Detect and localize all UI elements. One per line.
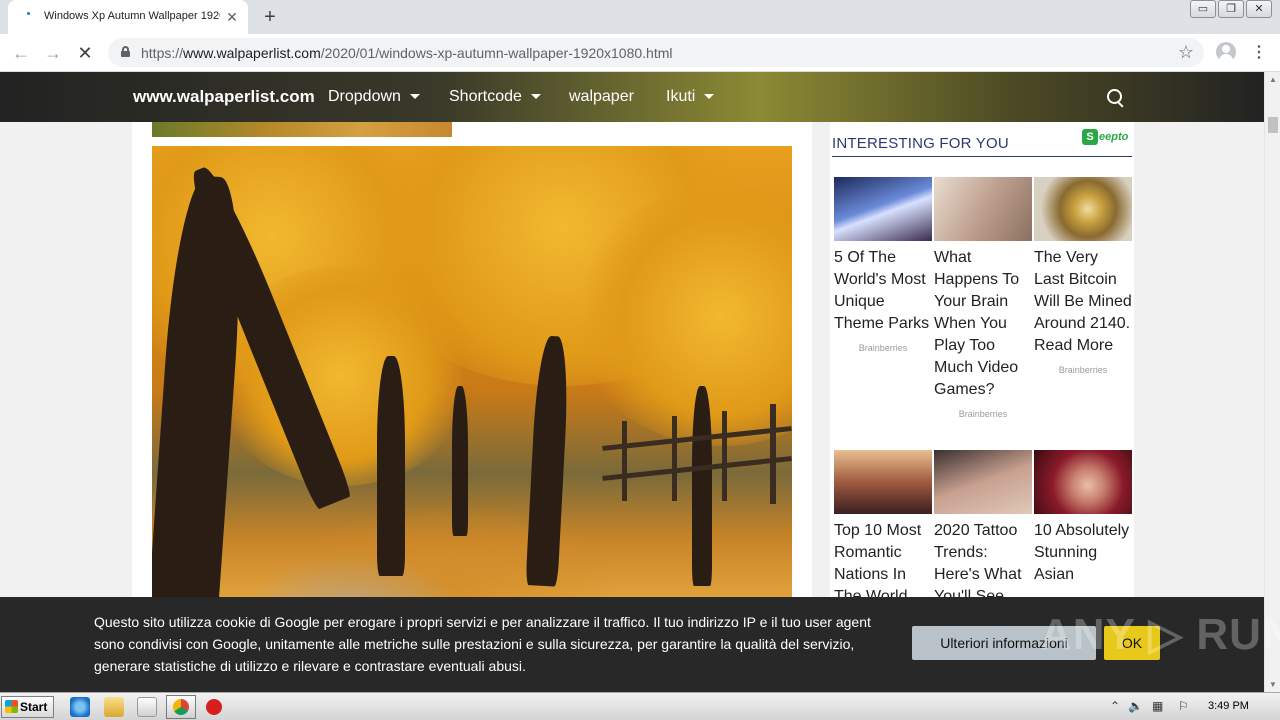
stop-sign-icon[interactable] <box>206 699 222 715</box>
recommendation-image[interactable] <box>1034 177 1132 241</box>
minimize-button[interactable]: ▭ <box>1190 0 1216 18</box>
tab-close-icon[interactable]: ✕ <box>224 9 240 25</box>
nav-item-walpaper[interactable]: walpaper <box>569 88 634 106</box>
url-scheme: https:// <box>141 45 184 61</box>
caret-down-icon <box>704 94 715 100</box>
window-controls: ▭ ❐ ✕ <box>1188 0 1272 20</box>
browser-menu-icon[interactable]: ⋮ <box>1250 42 1268 64</box>
page-scrollbar[interactable]: ▲ ▼ <box>1264 72 1280 692</box>
volume-icon[interactable]: 🔈 <box>1128 699 1143 713</box>
recommendation-image[interactable] <box>934 450 1032 514</box>
tree-trunk <box>452 386 468 536</box>
windows-taskbar: Start ⌃ 🔈 ▦ ⚐ 3:49 PM <box>0 692 1280 720</box>
previous-image-thumbnail[interactable] <box>152 122 452 137</box>
recommendation-card[interactable]: The Very Last Bitcoin Will Be Mined Arou… <box>1034 177 1132 375</box>
recommendation-card[interactable]: 10 Absolutely Stunning Asian <box>1034 450 1132 586</box>
nav-label: Ikuti <box>666 88 696 105</box>
scroll-thumb[interactable] <box>1268 117 1278 133</box>
site-brand-link[interactable]: www.walpaperlist.com <box>133 87 315 107</box>
caret-down-icon <box>530 94 541 100</box>
sidebar-divider <box>832 156 1132 157</box>
recommendation-card[interactable]: 5 Of The World's Most Unique Theme Parks… <box>834 177 932 353</box>
url-host: www.walpaperlist.com <box>183 45 321 61</box>
sponsor-logo-icon: S <box>1082 129 1098 145</box>
chrome-icon <box>173 699 189 715</box>
recommendation-image[interactable] <box>1034 450 1132 514</box>
nav-item-ikuti[interactable]: Ikuti <box>666 88 715 106</box>
search-icon[interactable] <box>1106 88 1126 108</box>
tray-expand-icon[interactable]: ⌃ <box>1110 699 1120 713</box>
cookie-banner: Questo sito utilizza cookie di Google pe… <box>0 597 1280 692</box>
browser-tab[interactable]: Windows Xp Autumn Wallpaper 1920 ✕ <box>8 0 248 34</box>
recommendation-image[interactable] <box>934 177 1032 241</box>
recommendation-title[interactable]: The Very Last Bitcoin Will Be Mined Arou… <box>1034 247 1132 357</box>
tree-trunk <box>377 356 405 576</box>
start-button[interactable]: Start <box>1 696 54 718</box>
sidebar-title: INTERESTING FOR YOU <box>832 135 1009 152</box>
cookie-notice-text: Questo sito utilizza cookie di Google pe… <box>94 614 871 674</box>
media-player-icon[interactable] <box>137 697 157 717</box>
browser-toolbar: ← → ✕ https://www.walpaperlist.com/2020/… <box>0 34 1280 72</box>
url-path: /2020/01/windows-xp-autumn-wallpaper-192… <box>320 45 673 61</box>
folder-icon[interactable] <box>104 697 124 717</box>
chrome-taskbar-button[interactable] <box>166 695 196 719</box>
badge-text: eepto <box>1099 131 1129 143</box>
stop-loading-button[interactable]: ✕ <box>74 42 96 64</box>
recommendation-card[interactable]: 2020 Tattoo Trends: Here's What You'll S… <box>934 450 1032 608</box>
recommendation-source: Brainberries <box>1058 365 1108 375</box>
tab-title: Windows Xp Autumn Wallpaper 1920 <box>44 10 220 22</box>
recommendation-image[interactable] <box>834 177 932 241</box>
lock-icon[interactable] <box>121 46 130 57</box>
recommendation-title[interactable]: 2020 Tattoo Trends: Here's What You'll S… <box>934 520 1032 608</box>
favicon-icon <box>22 9 36 23</box>
ie-icon[interactable] <box>70 697 90 717</box>
fence-post <box>622 421 627 501</box>
nav-label: Shortcode <box>449 88 522 105</box>
start-label: Start <box>20 700 48 714</box>
anyrun-watermark: ANY ▷ RUN <box>1040 610 1280 659</box>
fence-post <box>672 416 677 501</box>
recommendation-title[interactable]: 5 Of The World's Most Unique Theme Parks <box>834 247 932 335</box>
url-text[interactable]: https://www.walpaperlist.com/2020/01/win… <box>141 45 673 61</box>
nav-label: walpaper <box>569 88 634 105</box>
ad-network-badge[interactable]: Seepto <box>1082 129 1128 146</box>
recommendation-title[interactable]: 10 Absolutely Stunning Asian <box>1034 520 1132 586</box>
recommendation-title[interactable]: What Happens To Your Brain When You Play… <box>934 247 1032 401</box>
recommendation-image[interactable] <box>834 450 932 514</box>
bookmark-star-icon[interactable]: ☆ <box>1178 42 1194 63</box>
tree-trunk <box>692 386 712 586</box>
new-tab-button[interactable]: + <box>258 6 282 28</box>
action-center-flag-icon[interactable]: ⚐ <box>1178 699 1189 713</box>
restore-button[interactable]: ❐ <box>1218 0 1244 18</box>
close-window-button[interactable]: ✕ <box>1246 0 1272 18</box>
scroll-up-icon[interactable]: ▲ <box>1268 75 1278 84</box>
nav-item-shortcode[interactable]: Shortcode <box>449 88 541 106</box>
system-clock[interactable]: 3:49 PM <box>1208 700 1249 712</box>
back-button[interactable]: ← <box>10 42 32 64</box>
recommendation-card[interactable]: Top 10 Most Romantic Nations In The Worl… <box>834 450 932 608</box>
network-icon[interactable]: ▦ <box>1152 699 1163 713</box>
scroll-down-icon[interactable]: ▼ <box>1268 680 1278 689</box>
address-bar[interactable]: https://www.walpaperlist.com/2020/01/win… <box>108 38 1204 67</box>
profile-avatar[interactable] <box>1216 42 1236 62</box>
site-navbar: www.walpaperlist.com Dropdown Shortcode … <box>0 72 1264 122</box>
fence-post <box>770 404 776 504</box>
caret-down-icon <box>409 94 420 100</box>
recommendation-card[interactable]: What Happens To Your Brain When You Play… <box>934 177 1032 419</box>
tab-strip: Windows Xp Autumn Wallpaper 1920 ✕ + ▭ ❐… <box>0 0 1280 34</box>
nav-item-dropdown[interactable]: Dropdown <box>328 88 420 106</box>
nav-label: Dropdown <box>328 88 401 105</box>
recommendation-title[interactable]: Top 10 Most Romantic Nations In The Worl… <box>834 520 932 608</box>
recommendation-source: Brainberries <box>958 409 1008 419</box>
fence-post <box>722 411 727 501</box>
forward-button[interactable]: → <box>42 42 64 64</box>
recommendation-source: Brainberries <box>858 343 908 353</box>
windows-logo-icon <box>5 700 18 713</box>
